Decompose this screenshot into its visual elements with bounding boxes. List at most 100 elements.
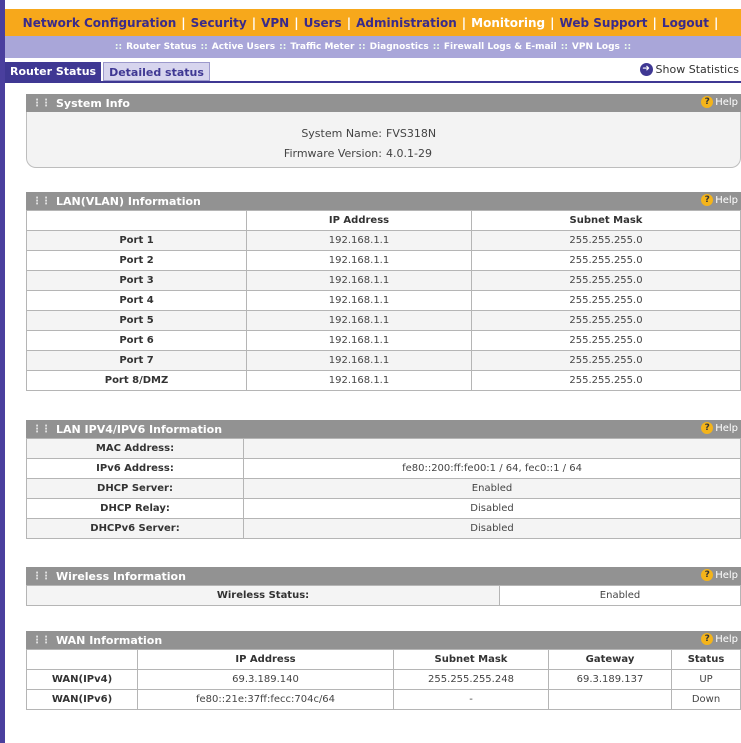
lan-vlan-section: ⋮⋮ LAN(VLAN) Information ? Help IP Addre… (26, 192, 741, 391)
ip-address-cell: 192.168.1.1 (246, 270, 472, 291)
column-header: IP Address (137, 649, 394, 670)
help-link[interactable]: ? Help (701, 569, 738, 581)
port-label: Port 8/DMZ (26, 370, 247, 391)
table-row: Port 6 192.168.1.1 255.255.255.0 (26, 330, 741, 351)
subnav-router-status[interactable]: Router Status (126, 42, 196, 52)
table-row: WAN(IPv4) 69.3.189.140 255.255.255.248 6… (26, 669, 741, 690)
gateway-cell: 69.3.189.137 (548, 669, 672, 690)
system-name-value: FVS318N (386, 127, 437, 140)
ip-address-cell: 192.168.1.1 (246, 230, 472, 251)
subnet-mask-cell: 255.255.255.248 (393, 669, 549, 690)
help-link[interactable]: ? Help (701, 96, 738, 108)
table-row: MAC Address: (26, 438, 741, 459)
wireless-status-label: Wireless Status: (26, 585, 500, 606)
port-label: Port 5 (26, 310, 247, 331)
grip-icon: ⋮⋮ (32, 423, 51, 435)
table-row: DHCP Relay: Disabled (26, 498, 741, 519)
system-info-title: System Info (56, 96, 130, 110)
subnav-vpn-logs[interactable]: VPN Logs (572, 42, 620, 52)
grip-icon: ⋮⋮ (32, 570, 51, 582)
subnet-mask-cell: - (393, 689, 549, 710)
nav-security[interactable]: Security (191, 16, 247, 30)
system-name-label: System Name: (301, 127, 382, 140)
ip-address-cell: 192.168.1.1 (246, 330, 472, 351)
grip-icon: ⋮⋮ (32, 97, 51, 109)
port-label: Port 6 (26, 330, 247, 351)
subnav-active-users[interactable]: Active Users (212, 42, 275, 52)
nav-users[interactable]: Users (304, 16, 342, 30)
sub-nav: :: Router Status :: Active Users :: Traf… (5, 36, 741, 58)
help-label: Help (715, 633, 738, 645)
grip-icon: ⋮⋮ (32, 195, 51, 207)
nav-network-configuration[interactable]: Network Configuration (23, 16, 177, 30)
wireless-table: Wireless Status: Enabled (26, 585, 741, 606)
help-icon: ? (701, 422, 714, 434)
grip-icon: ⋮⋮ (32, 634, 51, 646)
nav-monitoring[interactable]: Monitoring (471, 16, 545, 30)
subnav-firewall-logs[interactable]: Firewall Logs & E-mail (444, 42, 557, 52)
help-link[interactable]: ? Help (701, 633, 738, 645)
wireless-section: ⋮⋮ Wireless Information ? Help Wireless … (26, 567, 741, 606)
column-header: Status (671, 649, 741, 670)
nav-separator: | (251, 15, 257, 30)
table-row: Port 3 192.168.1.1 255.255.255.0 (26, 270, 741, 291)
tab-detailed-status[interactable]: Detailed status (103, 62, 210, 81)
table-row: IPv6 Address: fe80::200:ff:fe00:1 / 64, … (26, 458, 741, 479)
lan-vlan-header: ⋮⋮ LAN(VLAN) Information ? Help (26, 192, 741, 210)
table-row: Wireless Status: Enabled (26, 585, 741, 606)
help-link[interactable]: ? Help (701, 194, 738, 206)
main-nav: Network Configuration | Security | VPN |… (5, 9, 741, 36)
ip-address-cell: 192.168.1.1 (246, 310, 472, 331)
subnet-mask-cell: 255.255.255.0 (471, 250, 741, 271)
port-label: Port 1 (26, 230, 247, 251)
table-row: Port 5 192.168.1.1 255.255.255.0 (26, 310, 741, 331)
table-row: Port 7 192.168.1.1 255.255.255.0 (26, 350, 741, 371)
nav-separator: | (346, 15, 352, 30)
table-row: Port 8/DMZ 192.168.1.1 255.255.255.0 (26, 370, 741, 391)
system-info-body: System Name: FVS318N Firmware Version: 4… (26, 112, 741, 168)
ip-address-cell: 192.168.1.1 (246, 250, 472, 271)
help-label: Help (715, 569, 738, 581)
nav-separator: | (713, 15, 719, 30)
subnav-separator: :: (279, 42, 287, 52)
table-row: DHCP Server: Enabled (26, 478, 741, 499)
table-row: Port 1 192.168.1.1 255.255.255.0 (26, 230, 741, 251)
subnav-separator: :: (358, 42, 366, 52)
firmware-version-value: 4.0.1-29 (386, 147, 432, 160)
wireless-header: ⋮⋮ Wireless Information ? Help (26, 567, 741, 585)
mac-address-value (243, 438, 741, 459)
wireless-status-value: Enabled (499, 585, 741, 606)
ip-address-cell: 192.168.1.1 (246, 290, 472, 311)
ipv6-address-label: IPv6 Address: (26, 458, 244, 479)
table-row: DHCPv6 Server: Disabled (26, 518, 741, 539)
ip-address-cell: 192.168.1.1 (246, 350, 472, 371)
tab-router-status[interactable]: Router Status (5, 62, 102, 81)
arrow-right-icon: ➜ (639, 63, 653, 76)
subnav-separator: :: (623, 42, 632, 52)
status-tabs: Router Status Detailed status (5, 62, 210, 81)
subnet-mask-cell: 255.255.255.0 (471, 270, 741, 291)
dhcp-relay-value: Disabled (243, 498, 741, 519)
nav-web-support[interactable]: Web Support (560, 16, 648, 30)
subnet-mask-cell: 255.255.255.0 (471, 370, 741, 391)
nav-vpn[interactable]: VPN (261, 16, 289, 30)
wan-section: ⋮⋮ WAN Information ? Help IP Address Sub… (26, 631, 741, 710)
subnet-mask-cell: 255.255.255.0 (471, 310, 741, 331)
nav-logout[interactable]: Logout (662, 16, 709, 30)
status-cell: Down (671, 689, 741, 710)
subnav-diagnostics[interactable]: Diagnostics (370, 42, 429, 52)
subnet-mask-cell: 255.255.255.0 (471, 350, 741, 371)
subnet-mask-cell: 255.255.255.0 (471, 290, 741, 311)
help-link[interactable]: ? Help (701, 422, 738, 434)
lan-ip-title: LAN IPV4/IPV6 Information (56, 422, 223, 436)
subnav-traffic-meter[interactable]: Traffic Meter (290, 42, 354, 52)
nav-separator: | (550, 15, 555, 30)
table-row: Port 4 192.168.1.1 255.255.255.0 (26, 290, 741, 311)
column-header: Gateway (548, 649, 672, 670)
help-icon: ? (701, 96, 714, 108)
nav-administration[interactable]: Administration (356, 16, 457, 30)
nav-separator: | (652, 15, 657, 30)
show-statistics-link[interactable]: ➜ Show Statistics (639, 63, 739, 76)
ip-address-cell: fe80::21e:37ff:fecc:704c/64 (137, 689, 394, 710)
table-row: WAN(IPv6) fe80::21e:37ff:fecc:704c/64 - … (26, 689, 741, 710)
